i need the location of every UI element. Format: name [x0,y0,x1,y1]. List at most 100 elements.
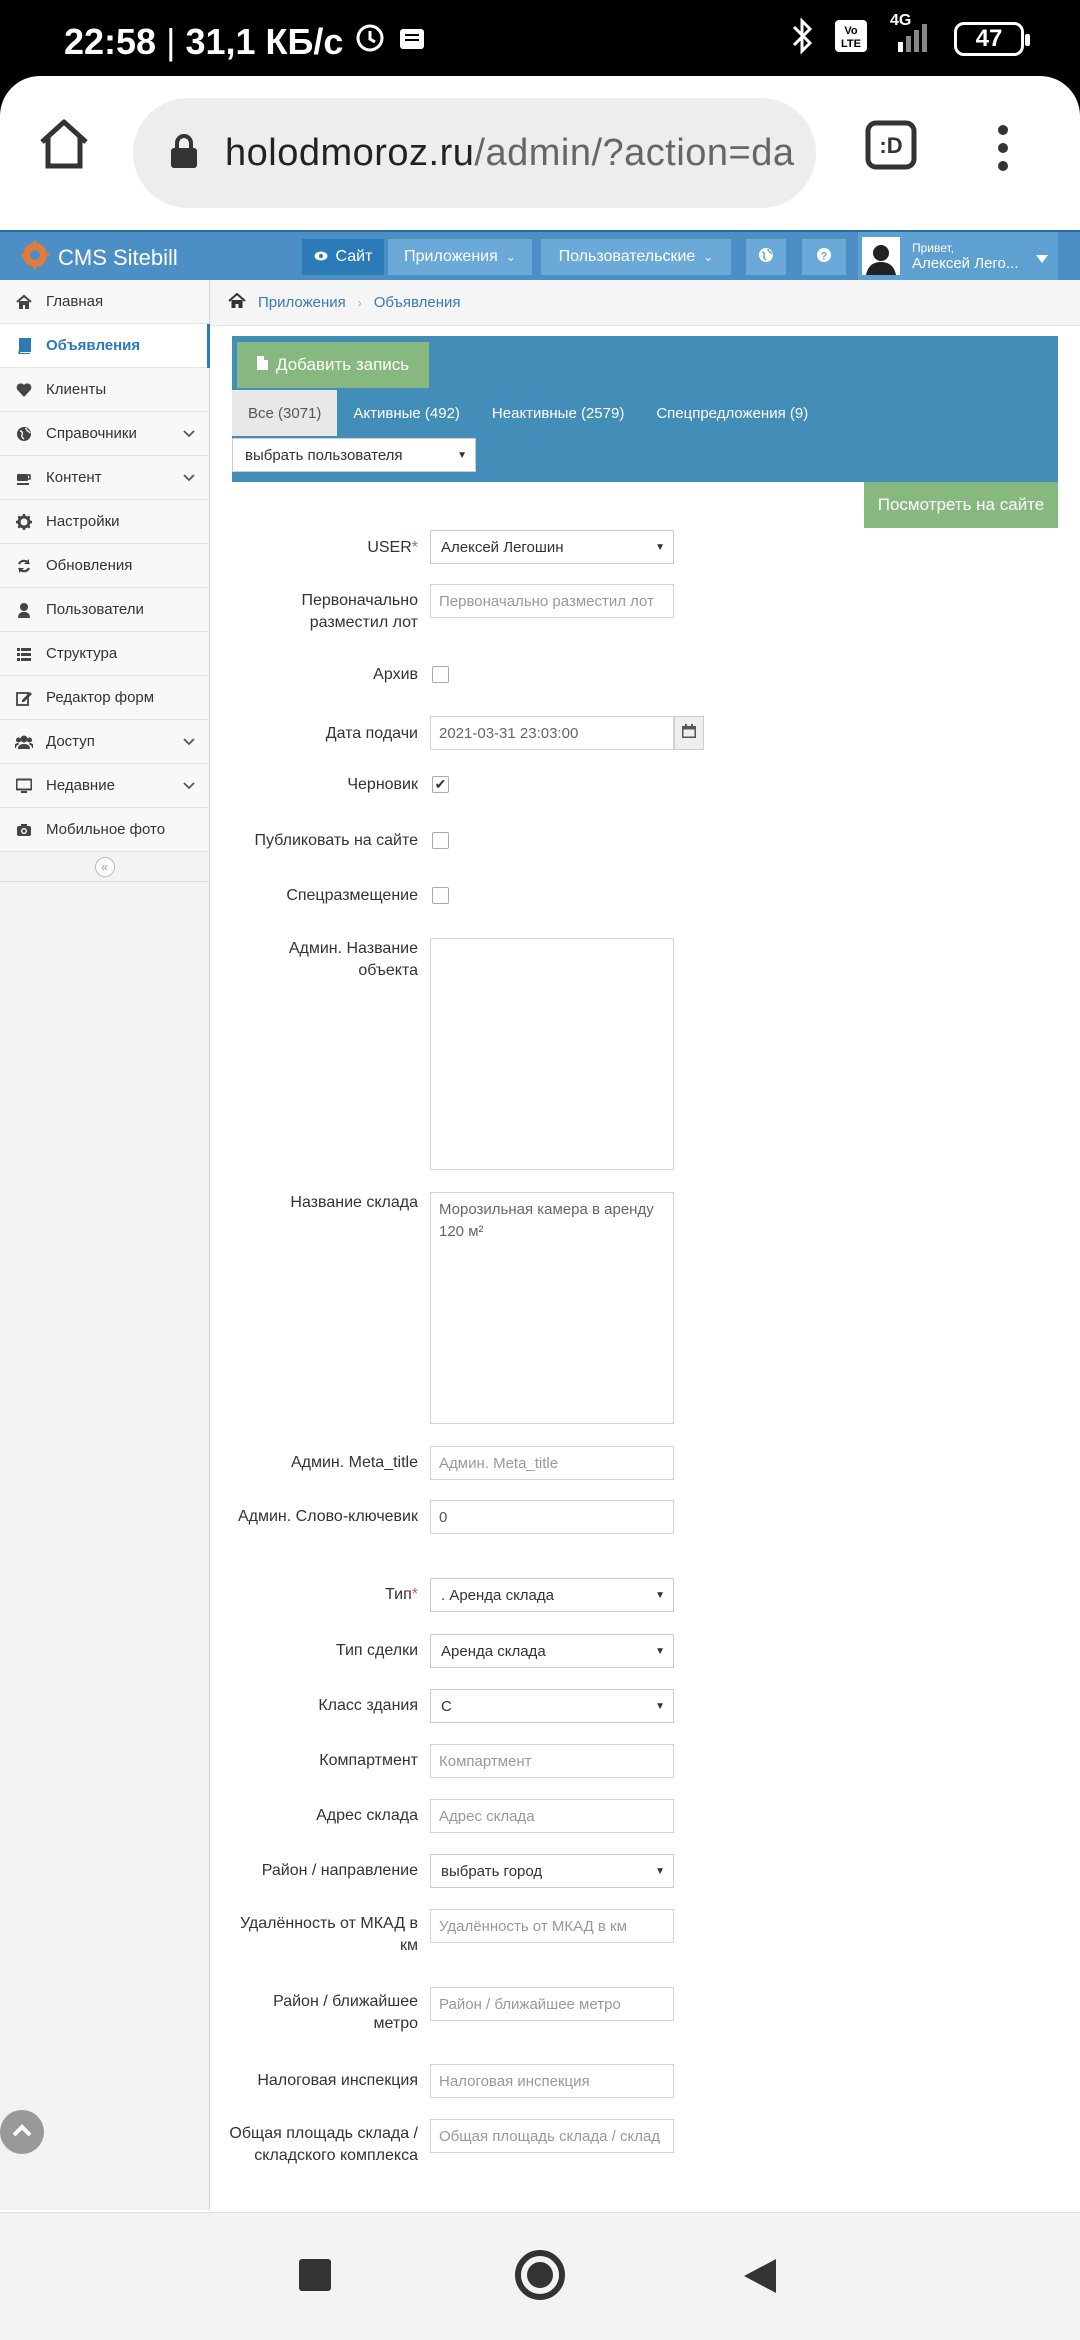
add-record-button[interactable]: Добавить запись [237,342,430,388]
deal-type-select[interactable]: Аренда склада ▼ [430,1634,674,1668]
camera-icon [14,820,34,840]
admin-name-textarea[interactable] [430,938,674,1170]
sidebar-item-home[interactable]: Главная [0,280,209,324]
url-domain: holodmoroz.ru [225,131,475,174]
refresh-icon [14,556,34,576]
notification-icon [397,21,427,63]
globe-button[interactable] [746,239,786,275]
avatar [862,237,900,275]
first-placed-input[interactable]: Первоначально разместил лот [430,584,674,618]
svg-text:Vo: Vo [844,25,858,37]
heart-icon [14,380,34,400]
sidebar-item-structure[interactable]: Структура [0,632,209,676]
svg-text:?: ? [821,250,828,262]
status-time: 22:58 [64,20,157,62]
type-select[interactable]: . Аренда склада ▼ [430,1578,674,1612]
home-icon[interactable] [228,292,246,313]
file-icon [257,355,268,375]
tab-special[interactable]: Спецпредложения (9) [640,390,824,436]
chevron-down-icon [183,469,195,486]
user-filter-select[interactable]: выбрать пользователя ▼ [232,438,476,472]
browser-toolbar: holodmoroz.ru/admin/?action=da :D [0,76,1080,230]
volte-icon: Vo LTE [834,19,868,58]
coffee-icon [14,468,34,488]
sidebar-item-mobile-photo[interactable]: Мобильное фото [0,808,209,852]
archive-checkbox[interactable] [432,666,449,683]
special-checkbox[interactable] [432,887,449,904]
draft-checkbox[interactable]: ✔ [432,776,449,793]
brand-logo[interactable]: CMS Sitebill [20,240,178,276]
home-button[interactable] [36,116,92,177]
mkad-distance-input[interactable]: Удалённость от МКАД в км [430,1909,674,1943]
metro-input[interactable]: Район / ближайшее метро [430,1987,674,2021]
status-tabs: Все (3071) Активные (492) Неактивные (25… [232,390,824,436]
recents-button[interactable] [299,2259,331,2296]
tab-switcher-button[interactable]: :D [865,120,917,175]
list-icon [14,644,34,664]
chevron-right-icon: › [357,295,362,310]
sitebill-logo-icon [20,240,50,276]
meta-title-input[interactable]: Админ. Meta_title [430,1446,674,1480]
caret-down-icon [1036,250,1048,268]
publish-checkbox[interactable] [432,832,449,849]
breadcrumb: Приложения › Объявления [210,280,1080,326]
breadcrumb-apps[interactable]: Приложения [258,294,346,311]
sidebar-collapse[interactable]: « [0,852,209,882]
users-icon [14,732,34,752]
home-nav-button[interactable] [514,2249,566,2306]
system-nav-bar [0,2212,1080,2340]
svg-text::D: :D [879,133,902,158]
district-select[interactable]: выбрать город ▼ [430,1854,674,1888]
caret-down-icon: ▼ [655,541,665,553]
sidebar-item-clients[interactable]: Клиенты [0,368,209,412]
date-input[interactable]: 2021-03-31 23:03:00 [430,716,674,750]
bluetooth-icon [790,17,814,59]
user-menu[interactable]: Привет, Алексей Лего... [858,232,1058,280]
sidebar-item-access[interactable]: Доступ [0,720,209,764]
site-button[interactable]: Сайт [302,239,384,275]
sidebar-item-recent[interactable]: Недавние [0,764,209,808]
chevron-down-icon: ⌄ [505,250,516,264]
tab-all[interactable]: Все (3071) [232,390,338,436]
warehouse-name-textarea[interactable]: Морозильная камера в аренду 120 м² [430,1192,674,1424]
total-area-input[interactable]: Общая площадь склада / склад [430,2119,674,2153]
view-on-site-button[interactable]: Посмотреть на сайте [864,482,1058,528]
sidebar-item-ads[interactable]: Объявления [0,324,210,368]
help-button[interactable]: ? [802,239,846,275]
sidebar-item-updates[interactable]: Обновления [0,544,209,588]
user-select[interactable]: Алексей Легошин ▼ [430,530,674,564]
list-panel: Добавить запись Все (3071) Активные (492… [232,336,1058,482]
question-icon: ? [816,247,832,268]
back-button[interactable] [742,2257,778,2300]
sidebar-item-settings[interactable]: Настройки [0,500,209,544]
scroll-to-top-button[interactable] [0,2110,44,2154]
tab-inactive[interactable]: Неактивные (2579) [476,390,640,436]
sidebar-item-form-editor[interactable]: Редактор форм [0,676,209,720]
sidebar-item-references[interactable]: Справочники [0,412,209,456]
more-menu-icon[interactable] [996,124,1010,177]
main-content: Приложения › Объявления Добавить запись … [210,280,1080,2210]
sidebar-item-content[interactable]: Контент [0,456,209,500]
alarm-icon [353,20,387,63]
user-icon [14,600,34,620]
tax-office-input[interactable]: Налоговая инспекция [430,2064,674,2098]
breadcrumb-ads[interactable]: Объявления [374,294,461,311]
building-class-select[interactable]: C ▼ [430,1689,674,1723]
caret-down-icon: ▼ [457,449,467,461]
admin-header: CMS Sitebill Сайт Приложения ⌄ Пользовате… [0,230,1080,280]
custom-menu-button[interactable]: Пользовательские ⌄ [541,239,731,275]
home-icon [14,292,34,312]
tab-active[interactable]: Активные (492) [337,390,476,436]
desktop-icon [14,776,34,796]
chevron-down-icon: ⌄ [703,250,714,264]
gear-icon [14,512,34,532]
url-bar[interactable]: holodmoroz.ru/admin/?action=da [133,98,816,208]
double-chevron-left-icon[interactable]: « [94,856,115,877]
sidebar-item-users[interactable]: Пользователи [0,588,209,632]
compartment-input[interactable]: Компартмент [430,1744,674,1778]
apps-menu-button[interactable]: Приложения ⌄ [388,239,532,275]
keyword-input[interactable]: 0 [430,1500,674,1534]
calendar-button[interactable] [674,716,704,750]
address-input[interactable]: Адрес склада [430,1799,674,1833]
user-name: Алексей Лего... [912,255,1019,272]
